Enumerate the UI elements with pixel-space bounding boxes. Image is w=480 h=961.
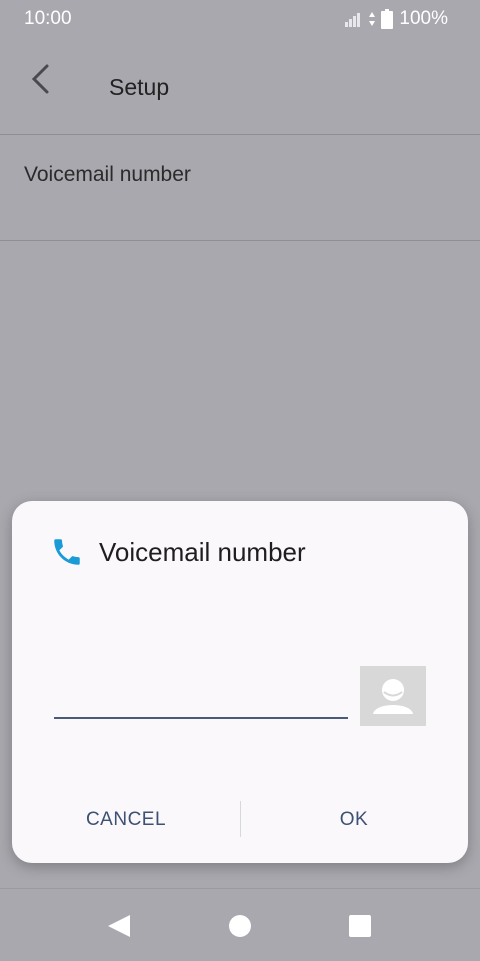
dialog-buttons: CANCEL OK: [12, 801, 468, 837]
voicemail-dialog: Voicemail number CANCEL OK: [12, 501, 468, 863]
status-time: 10:00: [24, 8, 72, 29]
back-button[interactable]: [24, 62, 60, 98]
navigation-bar: [0, 888, 480, 961]
back-arrow-icon: [31, 64, 49, 94]
cancel-button[interactable]: CANCEL: [12, 801, 240, 837]
list-item-voicemail-number[interactable]: Voicemail number: [0, 135, 480, 240]
page-title: Setup: [109, 74, 170, 100]
nav-back-icon: [108, 915, 130, 937]
voicemail-number-input[interactable]: [54, 667, 348, 719]
nav-back-button[interactable]: [104, 911, 134, 941]
contact-picker-button[interactable]: [360, 666, 426, 726]
status-bar: 10:00 100%: [0, 0, 480, 36]
battery-level: 100%: [399, 8, 448, 29]
signal-icon: [345, 13, 361, 27]
contact-icon: [373, 679, 413, 714]
list-item-label: Voicemail number: [24, 163, 191, 186]
nav-recents-icon: [349, 915, 371, 937]
dialog-title: Voicemail number: [99, 537, 306, 567]
ok-button[interactable]: OK: [240, 801, 468, 837]
nav-home-icon: [229, 915, 251, 937]
phone-icon: [54, 539, 80, 565]
app-bar: Setup: [0, 36, 480, 134]
battery-icon: [381, 9, 394, 29]
data-arrows-icon: [369, 12, 376, 26]
nav-home-button[interactable]: [225, 911, 255, 941]
nav-recents-button[interactable]: [345, 911, 375, 941]
status-icons: 100%: [345, 8, 448, 30]
divider: [0, 240, 480, 241]
